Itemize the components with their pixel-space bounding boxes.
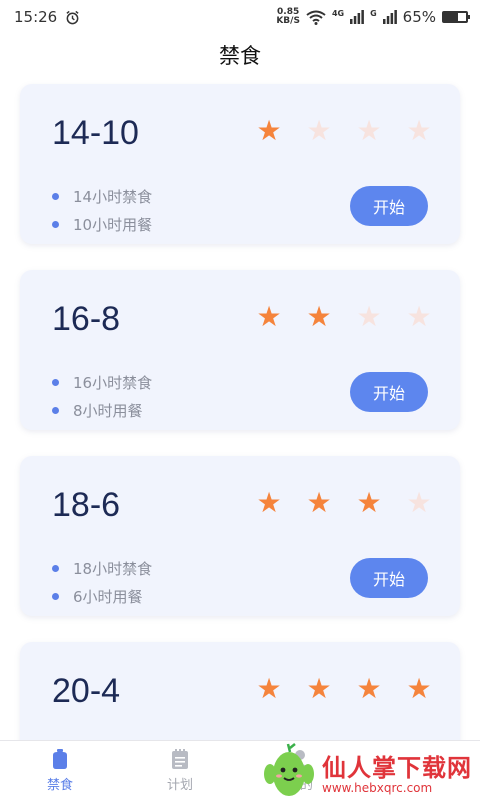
rating-stars: ★ ★ ★ ★ [256,672,432,705]
fast-duration-text: 16小时禁食 [73,373,153,392]
fast-duration: 18小时禁食 [52,554,152,582]
plan-title: 16-8 [52,300,121,338]
watermark-text: 仙人掌下载网 www.hebxqrc.com [322,748,472,795]
star-icon: ★ [406,114,432,147]
bullet-dot-icon [52,220,59,228]
star-icon: ★ [356,300,382,333]
plan-details: 18小时禁食 6小时用餐 [52,554,152,610]
alarm-icon [66,10,79,24]
status-bar: 15:26 0.85 KB/S 4G G 65% [0,0,480,34]
battery-level [444,13,459,21]
plan-title: 18-6 [52,486,121,524]
rating-stars: ★ ★ ★ ★ [256,486,432,519]
eat-duration-text: 6小时用餐 [73,587,143,606]
status-left: 15:26 [14,8,80,26]
bullet-dot-icon [52,406,59,414]
speed-unit: KB/S [276,16,300,26]
wifi-icon [306,10,326,25]
bullet-dot-icon [52,564,59,572]
plan-card-14-10[interactable]: 14-10 ★ ★ ★ ★ 14小时禁食 10小时用餐 开始 [20,84,460,244]
fast-duration-text: 18小时禁食 [73,559,153,578]
start-button[interactable]: 开始 [350,558,428,598]
nav-item-fasting[interactable]: 禁食 [0,741,120,800]
network-label-1: 4G [331,9,345,18]
plan-title: 14-10 [52,114,139,152]
fast-duration: 16小时禁食 [52,368,152,396]
plan-card-18-6[interactable]: 18-6 ★ ★ ★ ★ 18小时禁食 6小时用餐 开始 [20,456,460,616]
bullet-dot-icon [52,592,59,600]
plan-title: 20-4 [52,672,121,710]
cactus-logo [264,743,314,796]
eat-duration: 6小时用餐 [52,582,152,610]
rating-stars: ★ ★ ★ ★ [256,300,432,333]
bullet-dot-icon [52,378,59,386]
signal-icon [350,10,364,24]
star-icon: ★ [306,672,332,705]
network-label-2: G [370,9,377,18]
star-icon: ★ [256,300,282,333]
fast-duration-text: 14小时禁食 [73,187,153,206]
battery-percent: 65% [402,8,436,26]
status-time: 15:26 [14,8,58,26]
eat-duration: 10小时用餐 [52,210,152,238]
star-icon: ★ [256,114,282,147]
star-icon: ★ [406,672,432,705]
page-title: 禁食 [219,44,261,68]
eat-duration: 8小时用餐 [52,396,152,424]
nav-item-plan[interactable]: 计划 [120,741,240,800]
star-icon: ★ [356,672,382,705]
star-icon: ★ [306,114,332,147]
watermark-name: 仙人掌下载网 [322,753,472,782]
plan-details: 16小时禁食 8小时用餐 [52,368,152,424]
signal-icon-2 [382,10,397,24]
network-speed: 0.85 KB/S [276,8,300,26]
fast-duration: 14小时禁食 [52,182,152,210]
star-icon: ★ [256,486,282,519]
fasting-jar-icon [53,749,67,769]
watermark: 仙人掌下载网 www.hebxqrc.com [262,742,480,800]
bullet-dot-icon [52,192,59,200]
star-icon: ★ [356,114,382,147]
start-button[interactable]: 开始 [350,186,428,226]
star-icon: ★ [356,486,382,519]
star-icon: ★ [256,672,282,705]
plan-details: 14小时禁食 10小时用餐 [52,182,152,238]
eat-duration-text: 10小时用餐 [73,215,153,234]
start-button[interactable]: 开始 [350,372,428,412]
notepad-icon [172,749,188,769]
watermark-url: www.hebxqrc.com [322,780,433,795]
plan-card-16-8[interactable]: 16-8 ★ ★ ★ ★ 16小时禁食 8小时用餐 开始 [20,270,460,430]
status-right: 0.85 KB/S 4G G 65% [276,8,470,26]
star-icon: ★ [306,486,332,519]
star-icon: ★ [306,300,332,333]
nav-label-fasting: 禁食 [46,778,73,793]
nav-label-plan: 计划 [166,778,193,793]
rating-stars: ★ ★ ★ ★ [256,114,432,147]
star-icon: ★ [406,300,432,333]
battery-icon [442,11,470,23]
star-icon: ★ [406,486,432,519]
eat-duration-text: 8小时用餐 [73,401,143,420]
